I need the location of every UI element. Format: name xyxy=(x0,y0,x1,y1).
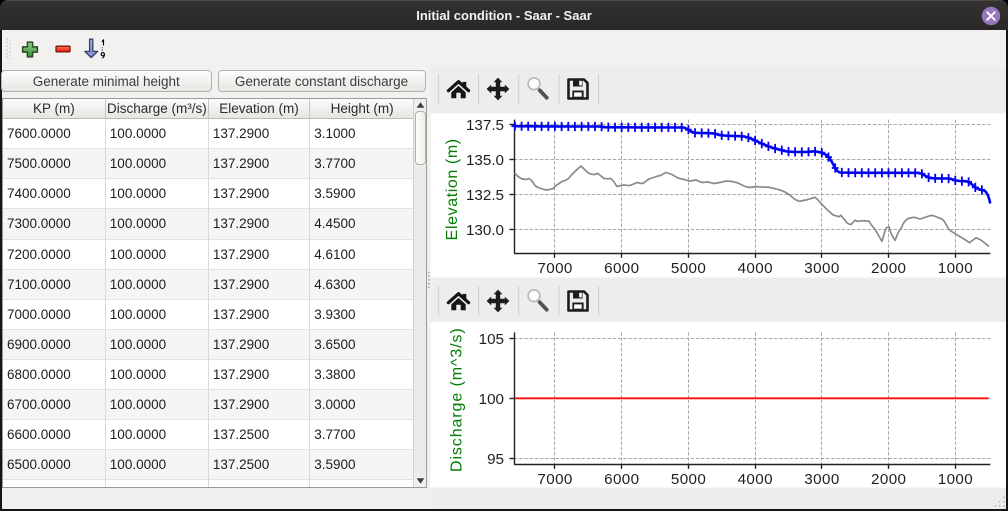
svg-text:130.0: 130.0 xyxy=(466,222,504,239)
svg-text:132.5: 132.5 xyxy=(466,187,504,204)
svg-text:95: 95 xyxy=(487,451,504,468)
svg-text:5000: 5000 xyxy=(671,260,706,277)
svg-text:7000: 7000 xyxy=(537,260,572,277)
svg-text:6000: 6000 xyxy=(604,471,639,488)
svg-text:3000: 3000 xyxy=(804,260,839,277)
svg-text:3000: 3000 xyxy=(804,471,839,488)
svg-text:137.5: 137.5 xyxy=(466,117,504,134)
svg-text:Discharge (m^3/s): Discharge (m^3/s) xyxy=(449,327,466,472)
svg-text:7000: 7000 xyxy=(537,471,572,488)
svg-text:135.0: 135.0 xyxy=(466,152,504,169)
svg-text:2000: 2000 xyxy=(871,260,906,277)
svg-text:2000: 2000 xyxy=(871,471,906,488)
svg-text:4000: 4000 xyxy=(738,260,773,277)
svg-text:5000: 5000 xyxy=(671,471,706,488)
svg-text:105: 105 xyxy=(479,331,504,348)
svg-text:Elevation (m): Elevation (m) xyxy=(444,138,461,240)
svg-text:4000: 4000 xyxy=(738,471,773,488)
svg-text:1000: 1000 xyxy=(938,471,973,488)
svg-text:1000: 1000 xyxy=(938,260,973,277)
svg-text:100: 100 xyxy=(479,391,504,408)
svg-text:6000: 6000 xyxy=(604,260,639,277)
